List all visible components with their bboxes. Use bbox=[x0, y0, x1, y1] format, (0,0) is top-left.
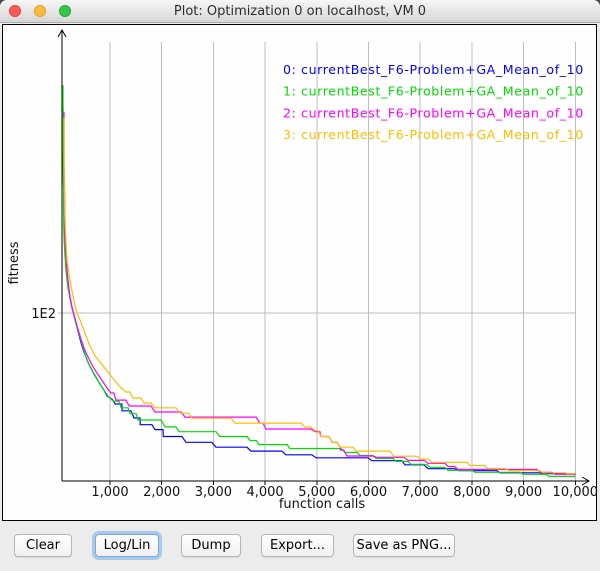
x-axis-title: function calls bbox=[222, 497, 422, 512]
log-lin-button[interactable]: Log/Lin bbox=[95, 534, 159, 557]
save-as-png-button[interactable]: Save as PNG... bbox=[353, 534, 455, 557]
titlebar[interactable]: Plot: Optimization 0 on localhost, VM 0 bbox=[0, 0, 600, 23]
y-axis-title: fitness bbox=[7, 231, 25, 295]
plot-panel bbox=[2, 24, 597, 521]
plot-window: Plot: Optimization 0 on localhost, VM 0 … bbox=[0, 0, 600, 571]
export-button[interactable]: Export... bbox=[261, 534, 334, 557]
dump-button[interactable]: Dump bbox=[181, 534, 241, 557]
window-title: Plot: Optimization 0 on localhost, VM 0 bbox=[0, 0, 600, 22]
clear-button[interactable]: Clear bbox=[14, 534, 72, 557]
